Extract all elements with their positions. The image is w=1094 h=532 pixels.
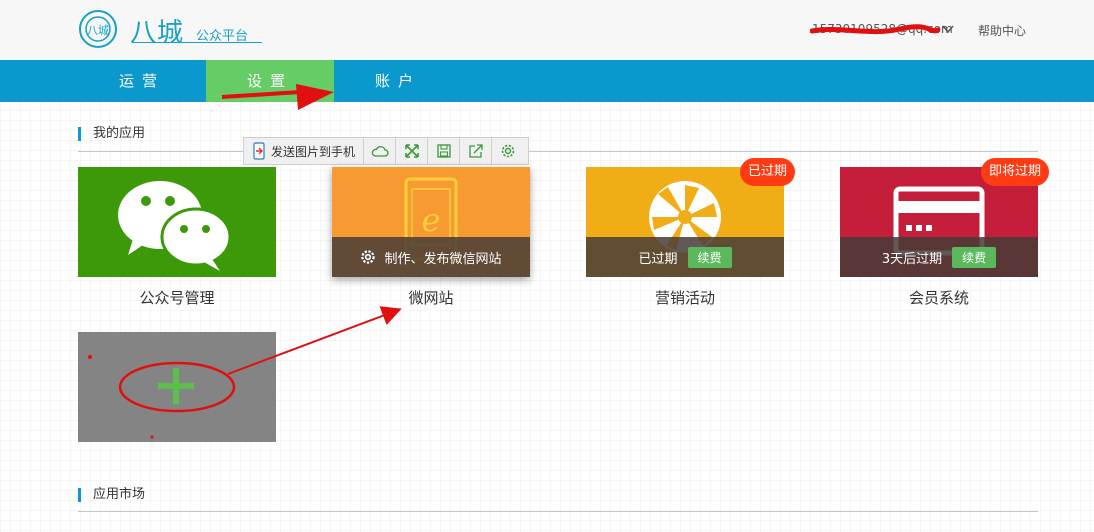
nav-item-account[interactable]: 账户: [334, 60, 462, 102]
expand-icon: [404, 144, 419, 158]
share-icon: [468, 144, 483, 158]
micro-site-action-label: 制作、发布微信网站: [384, 251, 502, 267]
image-toolbar: 发送图片到手机: [243, 137, 529, 165]
app-label-marketing[interactable]: 营销活动: [586, 287, 784, 308]
member-status-bar: 3天后过期 续费: [840, 237, 1038, 277]
settings-button[interactable]: [492, 138, 523, 164]
expiring-soon-badge: 即将过期: [981, 158, 1050, 186]
nav-item-settings[interactable]: 设置: [206, 60, 334, 102]
settings-icon: [501, 144, 514, 158]
svg-text:e: e: [422, 201, 441, 239]
member-renew-button[interactable]: 续费: [952, 246, 997, 268]
phone-send-icon: [253, 142, 265, 160]
expand-button[interactable]: [396, 138, 429, 164]
app-label-wechat[interactable]: 公众号管理: [78, 287, 276, 308]
marketing-status-bar: 已过期 续费: [586, 237, 784, 277]
save-button[interactable]: [428, 138, 461, 164]
expired-badge: 已过期: [740, 158, 796, 186]
app-market-title: 应用市场: [78, 488, 145, 502]
send-to-phone-label: 发送图片到手机: [271, 144, 356, 159]
cloud-icon: [371, 146, 389, 157]
redaction-scribble: [810, 24, 940, 35]
help-center-link[interactable]: 帮助中心: [978, 22, 1026, 39]
add-app-tile[interactable]: [78, 332, 276, 442]
app-label-member[interactable]: 会员系统: [840, 287, 1038, 308]
nav-item-operations[interactable]: 运营: [78, 60, 206, 102]
plus-icon: [158, 368, 194, 404]
app-label-micro-site[interactable]: 微网站: [332, 287, 530, 308]
logo-icon[interactable]: 八城: [78, 8, 118, 50]
member-status: 3天后过期: [881, 251, 943, 267]
brand-underline: [132, 42, 262, 43]
section-divider: [78, 511, 1038, 512]
cloud-button[interactable]: [364, 138, 397, 164]
my-apps-title: 我的应用: [78, 127, 145, 141]
marketing-status: 已过期: [638, 251, 678, 267]
save-icon: [436, 144, 451, 158]
app-tile-micro-site[interactable]: e 制作、发布微信网站: [332, 167, 530, 277]
share-button[interactable]: [460, 138, 493, 164]
marketing-renew-button[interactable]: 续费: [687, 246, 732, 268]
wechat-icon: [118, 181, 232, 271]
svg-text:八城: 八城: [87, 24, 109, 37]
chevron-down-icon[interactable]: [942, 24, 954, 34]
micro-site-action[interactable]: 制作、发布微信网站: [332, 237, 530, 277]
brand-name[interactable]: 八城: [130, 12, 184, 49]
app-tile-wechat[interactable]: [78, 167, 276, 277]
section-divider: [78, 151, 1038, 152]
gear-icon: [361, 250, 376, 264]
send-to-phone-button[interactable]: 发送图片到手机: [244, 138, 365, 164]
